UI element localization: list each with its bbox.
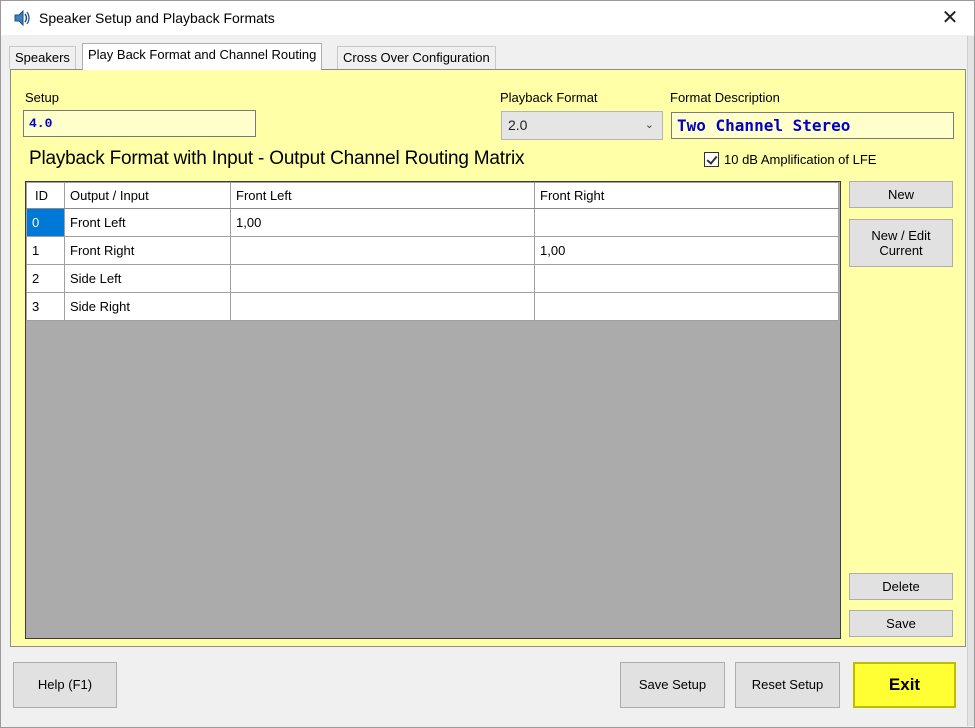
lfe-checkbox-label: 10 dB Amplification of LFE: [724, 152, 877, 167]
column-header-id[interactable]: ID: [26, 182, 65, 209]
cell-front-right[interactable]: 1,00: [534, 236, 839, 265]
cell-front-right[interactable]: [534, 208, 839, 237]
routing-matrix-grid[interactable]: ID Output / Input Front Left Front Right…: [25, 181, 841, 639]
new-edit-line1: New / Edit: [871, 228, 931, 243]
playback-format-value: 2.0: [508, 117, 528, 133]
help-button[interactable]: Help (F1): [13, 662, 117, 708]
cell-front-right[interactable]: [534, 264, 839, 293]
cell-id[interactable]: 1: [26, 236, 65, 265]
cell-front-right[interactable]: [534, 292, 839, 321]
save-button[interactable]: Save: [849, 610, 953, 637]
cell-id[interactable]: 2: [26, 264, 65, 293]
lfe-amplification-option[interactable]: 10 dB Amplification of LFE: [704, 152, 876, 167]
new-edit-current-button[interactable]: New / Edit Current: [849, 219, 953, 267]
save-setup-button[interactable]: Save Setup: [620, 662, 725, 708]
matrix-title: Playback Format with Input - Output Chan…: [29, 148, 525, 169]
new-button[interactable]: New: [849, 181, 953, 208]
delete-button[interactable]: Delete: [849, 573, 953, 600]
cell-output[interactable]: Front Left: [64, 208, 231, 237]
cell-id[interactable]: 3: [26, 292, 65, 321]
cell-front-left[interactable]: 1,00: [230, 208, 535, 237]
window-edge-strip: [967, 36, 974, 726]
chevron-down-icon: ⌄: [644, 119, 654, 131]
table-header-row: ID Output / Input Front Left Front Right: [26, 182, 839, 209]
setup-label: Setup: [25, 90, 59, 105]
new-edit-line2: Current: [879, 243, 923, 258]
close-icon[interactable]: ✕: [930, 3, 970, 33]
tab-playback-format[interactable]: Play Back Format and Channel Routing: [82, 43, 323, 70]
routing-matrix-table: ID Output / Input Front Left Front Right…: [26, 182, 839, 321]
cell-front-left[interactable]: [230, 236, 535, 265]
tab-speakers[interactable]: Speakers: [9, 46, 76, 69]
cell-id[interactable]: 0: [26, 208, 65, 237]
cell-front-left[interactable]: [230, 292, 535, 321]
cell-output[interactable]: Front Right: [64, 236, 231, 265]
column-header-front-right[interactable]: Front Right: [534, 182, 839, 209]
tab-crossover-configuration[interactable]: Cross Over Configuration: [337, 46, 496, 69]
speaker-icon: [14, 10, 30, 26]
playback-format-select[interactable]: 2.0 ⌄: [501, 111, 663, 140]
title-bar: Speaker Setup and Playback Formats ✕: [1, 1, 974, 35]
window-title: Speaker Setup and Playback Formats: [39, 10, 275, 26]
format-description-field[interactable]: Two Channel Stereo: [671, 112, 954, 139]
playback-format-label: Playback Format: [500, 90, 598, 105]
column-header-output-input[interactable]: Output / Input: [64, 182, 231, 209]
speaker-setup-window: Speaker Setup and Playback Formats ✕ Spe…: [0, 0, 975, 728]
cell-front-left[interactable]: [230, 264, 535, 293]
table-row[interactable]: 2 Side Left: [26, 264, 839, 293]
exit-button[interactable]: Exit: [853, 662, 956, 708]
setup-field[interactable]: 4.0: [23, 110, 256, 137]
table-row[interactable]: 0 Front Left 1,00: [26, 208, 839, 237]
playback-format-panel: Setup 4.0 Playback Format 2.0 ⌄ Format D…: [10, 69, 966, 647]
lfe-checkbox[interactable]: [704, 152, 719, 167]
column-header-front-left[interactable]: Front Left: [230, 182, 535, 209]
table-row[interactable]: 1 Front Right 1,00: [26, 236, 839, 265]
reset-setup-button[interactable]: Reset Setup: [735, 662, 840, 708]
format-description-label: Format Description: [670, 90, 780, 105]
table-row[interactable]: 3 Side Right: [26, 292, 839, 321]
cell-output[interactable]: Side Right: [64, 292, 231, 321]
cell-output[interactable]: Side Left: [64, 264, 231, 293]
